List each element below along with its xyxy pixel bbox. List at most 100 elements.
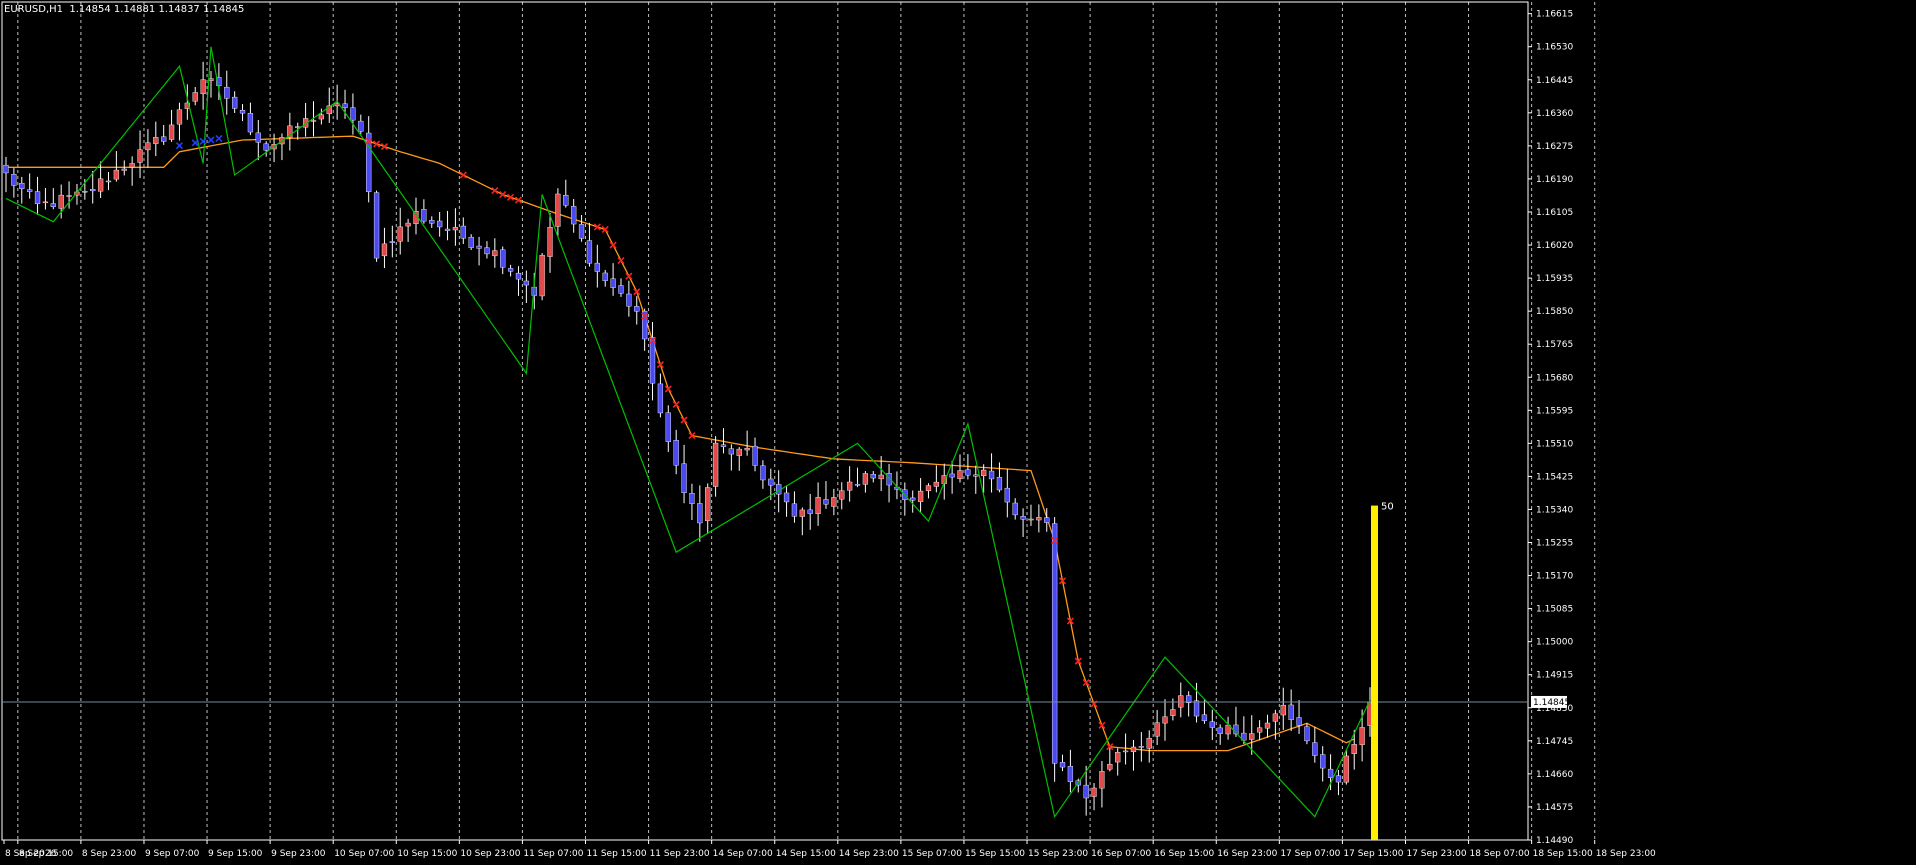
candle-body — [1359, 727, 1365, 745]
price-chart[interactable]: 1.16615 1.16530 1.16445 1.16360 1.16275 1.161… — [0, 0, 1916, 865]
candle-body — [1146, 738, 1152, 749]
candle-body — [310, 120, 317, 122]
candle — [373, 190, 380, 262]
candle — [492, 238, 498, 268]
candle — [405, 218, 411, 242]
candle-body — [1162, 716, 1168, 724]
candle — [19, 176, 25, 204]
candle-body — [1122, 750, 1129, 753]
candle-body — [1217, 727, 1223, 734]
candle — [421, 199, 427, 224]
candle-body — [649, 337, 656, 384]
candle — [783, 485, 790, 517]
candle — [547, 213, 553, 273]
candle-body — [1044, 517, 1050, 523]
candle-body — [1193, 700, 1200, 717]
candle-body — [594, 262, 600, 272]
candle — [192, 87, 198, 106]
candle-body — [255, 132, 261, 143]
candle-body — [1249, 733, 1255, 740]
candle — [1036, 504, 1042, 533]
candle — [137, 130, 143, 179]
candle-body — [318, 114, 325, 120]
candle-body — [846, 481, 853, 491]
candle — [996, 462, 1003, 493]
candle-body — [586, 240, 593, 264]
candle-body — [1209, 721, 1215, 728]
x-tick-label: 15 Sep 15:00 — [965, 849, 1025, 859]
candle-body — [578, 224, 585, 239]
candle — [366, 116, 372, 203]
candle-body — [1051, 523, 1058, 764]
candle — [602, 269, 608, 287]
candle-body — [373, 192, 380, 259]
candle-body — [50, 203, 56, 207]
candle — [358, 114, 364, 135]
candle-body — [27, 189, 33, 192]
candle-body — [121, 168, 127, 171]
candle — [752, 437, 758, 472]
candle — [555, 188, 561, 237]
candle — [27, 173, 33, 199]
candle-body — [673, 440, 679, 466]
candle-body — [925, 485, 932, 492]
y-tick-label: 1.16360 — [1536, 109, 1573, 119]
x-tick-label: 9 Sep 07:00 — [145, 849, 200, 859]
candle-body — [854, 484, 861, 486]
candle — [468, 234, 474, 251]
candle — [3, 156, 9, 193]
candle — [255, 119, 261, 161]
candle-body — [1327, 768, 1334, 778]
signal-marker-red — [680, 416, 688, 424]
candle — [484, 241, 490, 259]
candle-body — [768, 478, 774, 486]
candle — [634, 296, 640, 325]
candle — [657, 373, 664, 418]
candle-body — [42, 201, 49, 204]
candle — [933, 465, 940, 493]
candle — [1256, 720, 1263, 741]
candle-body — [82, 191, 88, 193]
candle — [902, 482, 908, 516]
candle-body — [744, 448, 750, 451]
candle-body — [1280, 704, 1286, 716]
candle-body — [168, 124, 175, 140]
candle — [1320, 746, 1326, 782]
candle — [1004, 468, 1010, 518]
candle-body — [397, 226, 403, 242]
candle — [397, 207, 403, 255]
candle-body — [1067, 766, 1074, 782]
y-tick-label: 1.14915 — [1536, 671, 1573, 681]
candle — [350, 93, 356, 135]
y-tick-label: 1.16530 — [1536, 43, 1573, 53]
candle-body — [539, 254, 545, 297]
candle — [705, 483, 711, 534]
candle-body — [444, 228, 451, 231]
y-tick-label: 1.15765 — [1536, 340, 1573, 350]
candle — [673, 429, 679, 475]
candle-body — [34, 191, 41, 204]
candle — [862, 471, 869, 493]
x-tick-label: 9 Sep 15:00 — [208, 849, 263, 859]
candle — [760, 460, 766, 489]
candle-body — [1256, 727, 1263, 733]
y-tick-label: 1.16615 — [1536, 10, 1573, 20]
candle-body — [1351, 744, 1357, 754]
candle-body — [381, 243, 388, 257]
candle-body — [1201, 714, 1208, 721]
candle — [1343, 750, 1349, 785]
candle — [689, 483, 695, 521]
candle — [1130, 739, 1137, 771]
candle-body — [1107, 763, 1113, 770]
candle — [436, 212, 443, 237]
candle — [500, 246, 506, 275]
candle — [697, 485, 703, 542]
chart-window[interactable]: 1.16615 1.16530 1.16445 1.16360 1.16275 1.161… — [0, 0, 1916, 865]
candle-body — [618, 285, 624, 294]
signal-marker-red — [459, 171, 467, 179]
candle — [1335, 769, 1342, 796]
candle — [1138, 732, 1144, 762]
candle-body — [760, 465, 766, 481]
candle-body — [878, 474, 884, 480]
candle-body — [176, 109, 183, 125]
